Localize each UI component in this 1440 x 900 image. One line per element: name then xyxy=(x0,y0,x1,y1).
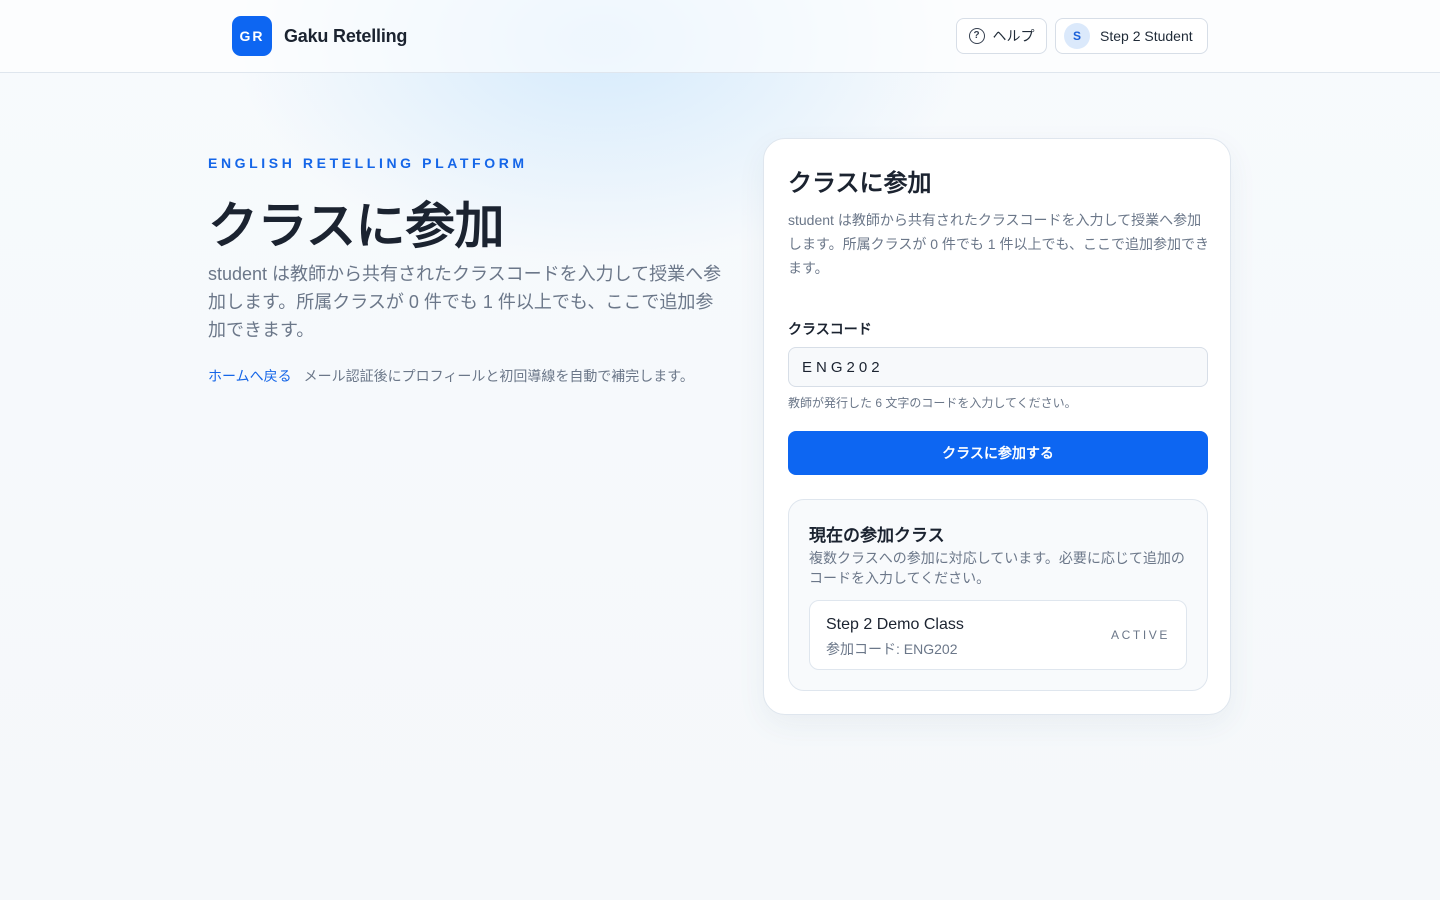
app-logo: GR xyxy=(232,16,272,56)
auth-note: メール認証後にプロフィールと初回導線を自動で補完します。 xyxy=(303,368,694,384)
help-icon: ? xyxy=(968,28,985,44)
page-title: クラスに参加 xyxy=(208,198,505,254)
class-name: Step 2 Demo Class xyxy=(826,616,964,633)
current-classes-title: 現在の参加クラス xyxy=(809,526,945,545)
class-code-hint: 教師が発行した 6 文字のコードを入力してください。 xyxy=(788,396,1077,410)
user-menu-button[interactable]: S Step 2 Student xyxy=(1055,18,1208,54)
avatar: S xyxy=(1064,23,1090,49)
brand[interactable]: GR Gaku Retelling xyxy=(232,16,407,56)
join-class-button[interactable]: クラスに参加する xyxy=(788,431,1208,475)
class-code-label: クラスコード xyxy=(788,321,872,337)
current-classes-panel: 現在の参加クラス 複数クラスへの参加に対応しています。必要に応じて追加のコードを… xyxy=(788,499,1208,691)
class-code-input[interactable] xyxy=(788,347,1208,387)
platform-eyebrow: ENGLISH RETELLING PLATFORM xyxy=(208,155,528,171)
user-name: Step 2 Student xyxy=(1100,28,1193,44)
home-link[interactable]: ホームへ戻る xyxy=(208,366,292,386)
hero-links: ホームへ戻る メール認証後にプロフィールと初回導線を自動で補完します。 xyxy=(208,366,694,386)
top-navbar: GR Gaku Retelling ? ヘルプ S Step 2 Student xyxy=(0,0,1440,73)
card-title: クラスに参加 xyxy=(788,170,932,197)
class-list-item[interactable]: Step 2 Demo Class 参加コード: ENG202 ACTIVE xyxy=(809,600,1187,670)
app-name: Gaku Retelling xyxy=(284,25,408,46)
join-class-card: クラスに参加 student は教師から共有されたクラスコードを入力して授業へ参… xyxy=(763,138,1231,715)
class-join-code: 参加コード: ENG202 xyxy=(826,641,958,657)
help-button[interactable]: ? ヘルプ xyxy=(956,18,1047,54)
status-badge: ACTIVE xyxy=(1111,628,1170,642)
help-label: ヘルプ xyxy=(992,28,1035,44)
current-classes-description: 複数クラスへの参加に対応しています。必要に応じて追加のコードを入力してください。 xyxy=(809,550,1185,586)
page-description: student は教師から共有されたクラスコードを入力して授業へ参加します。所属… xyxy=(208,264,722,340)
card-description: student は教師から共有されたクラスコードを入力して授業へ参加します。所属… xyxy=(788,212,1210,276)
